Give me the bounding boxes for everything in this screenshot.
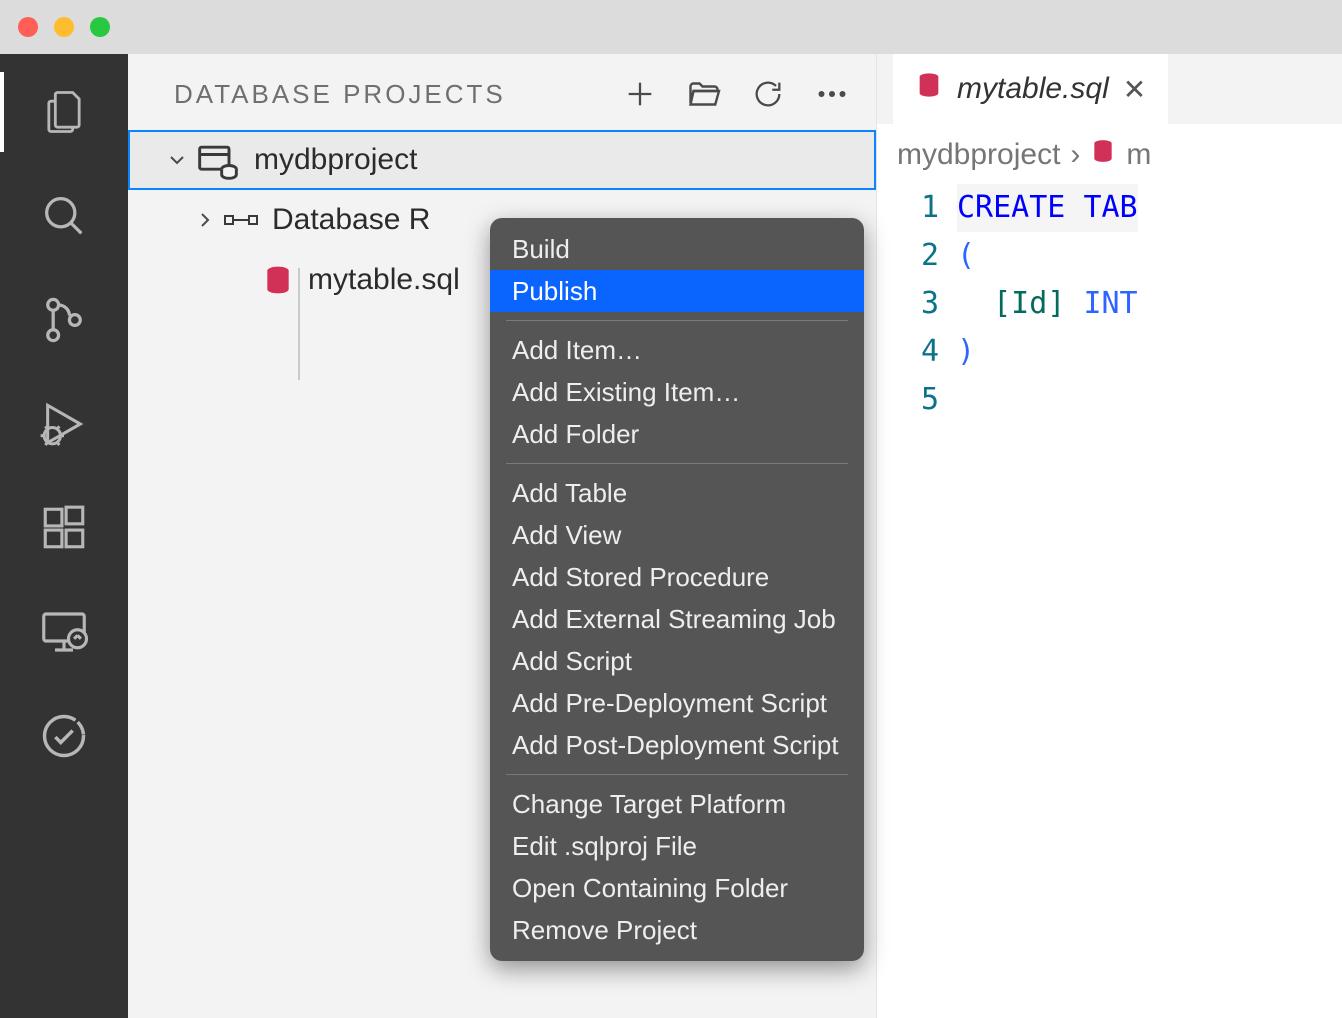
- search-icon[interactable]: [34, 186, 94, 246]
- sqlproj-icon: [196, 138, 240, 182]
- code-line[interactable]: (: [957, 232, 1138, 280]
- context-menu-item[interactable]: Add Pre-Deployment Script: [490, 682, 864, 724]
- window-titlebar: [0, 0, 1342, 54]
- context-menu[interactable]: BuildPublishAdd Item…Add Existing Item…A…: [490, 218, 864, 961]
- context-menu-item[interactable]: Add Item…: [490, 329, 864, 371]
- close-tab-icon[interactable]: ✕: [1123, 73, 1146, 106]
- close-window-button[interactable]: [18, 17, 38, 37]
- code-editor[interactable]: 12345 CREATE TAB( [Id] INT): [877, 178, 1342, 424]
- open-project-icon[interactable]: [686, 76, 722, 112]
- extensions-icon[interactable]: [34, 498, 94, 558]
- breadcrumb-segment[interactable]: mydbproject: [897, 138, 1060, 172]
- context-menu-item[interactable]: Add Script: [490, 640, 864, 682]
- context-menu-item[interactable]: Edit .sqlproj File: [490, 825, 864, 867]
- code-line[interactable]: CREATE TAB: [957, 184, 1138, 232]
- context-menu-item[interactable]: Add Stored Procedure: [490, 556, 864, 598]
- context-menu-item[interactable]: Publish: [490, 270, 864, 312]
- tree-guide: [298, 268, 300, 380]
- explorer-icon[interactable]: [34, 82, 94, 142]
- editor-tab-label: mytable.sql: [957, 72, 1109, 106]
- menu-separator: [506, 463, 848, 464]
- tree-root-project[interactable]: mydbproject: [128, 130, 876, 190]
- breadcrumb[interactable]: mydbproject › m: [877, 124, 1342, 178]
- context-menu-item[interactable]: Remove Project: [490, 909, 864, 951]
- run-debug-icon[interactable]: [34, 394, 94, 454]
- code-line[interactable]: [957, 376, 1138, 424]
- database-icon: [1090, 138, 1116, 172]
- tree-node-label: Database R: [272, 203, 430, 237]
- editor-pane: mytable.sql ✕ mydbproject › m 12345 CREA…: [876, 54, 1342, 1018]
- line-number: 1: [877, 184, 939, 232]
- database-icon: [915, 71, 943, 107]
- more-actions-icon[interactable]: [814, 76, 850, 112]
- new-project-icon[interactable]: [622, 76, 658, 112]
- traffic-lights: [18, 17, 110, 37]
- chevron-right-icon: ›: [1070, 138, 1080, 172]
- context-menu-item[interactable]: Add External Streaming Job: [490, 598, 864, 640]
- line-number: 2: [877, 232, 939, 280]
- context-menu-item[interactable]: Add Existing Item…: [490, 371, 864, 413]
- sidebar-toolbar: [622, 76, 850, 112]
- context-menu-item[interactable]: Add Post-Deployment Script: [490, 724, 864, 766]
- context-menu-item[interactable]: Add Table: [490, 472, 864, 514]
- line-number-gutter: 12345: [877, 184, 957, 424]
- tree-node-label: mytable.sql: [308, 263, 460, 297]
- breadcrumb-segment[interactable]: m: [1126, 138, 1151, 172]
- activity-bar: [0, 54, 128, 1018]
- menu-separator: [506, 774, 848, 775]
- tree-node-label: mydbproject: [254, 143, 417, 177]
- minimize-window-button[interactable]: [54, 17, 74, 37]
- chevron-down-icon[interactable]: [158, 148, 196, 172]
- source-control-icon[interactable]: [34, 290, 94, 350]
- line-number: 4: [877, 328, 939, 376]
- line-number: 3: [877, 280, 939, 328]
- context-menu-item[interactable]: Add Folder: [490, 413, 864, 455]
- code-line[interactable]: ): [957, 328, 1138, 376]
- task-check-icon[interactable]: [34, 706, 94, 766]
- remote-explorer-icon[interactable]: [34, 602, 94, 662]
- context-menu-item[interactable]: Change Target Platform: [490, 783, 864, 825]
- references-icon: [224, 208, 258, 232]
- sidebar-title: DATABASE PROJECTS: [174, 79, 506, 110]
- code-lines[interactable]: CREATE TAB( [Id] INT): [957, 184, 1138, 424]
- context-menu-item[interactable]: Open Containing Folder: [490, 867, 864, 909]
- refresh-icon[interactable]: [750, 76, 786, 112]
- editor-tab[interactable]: mytable.sql ✕: [893, 54, 1168, 124]
- code-line[interactable]: [Id] INT: [957, 280, 1138, 328]
- editor-tab-bar: mytable.sql ✕: [877, 54, 1342, 124]
- zoom-window-button[interactable]: [90, 17, 110, 37]
- database-icon: [262, 264, 294, 296]
- menu-separator: [506, 320, 848, 321]
- chevron-right-icon[interactable]: [186, 208, 224, 232]
- line-number: 5: [877, 376, 939, 424]
- context-menu-item[interactable]: Build: [490, 228, 864, 270]
- context-menu-item[interactable]: Add View: [490, 514, 864, 556]
